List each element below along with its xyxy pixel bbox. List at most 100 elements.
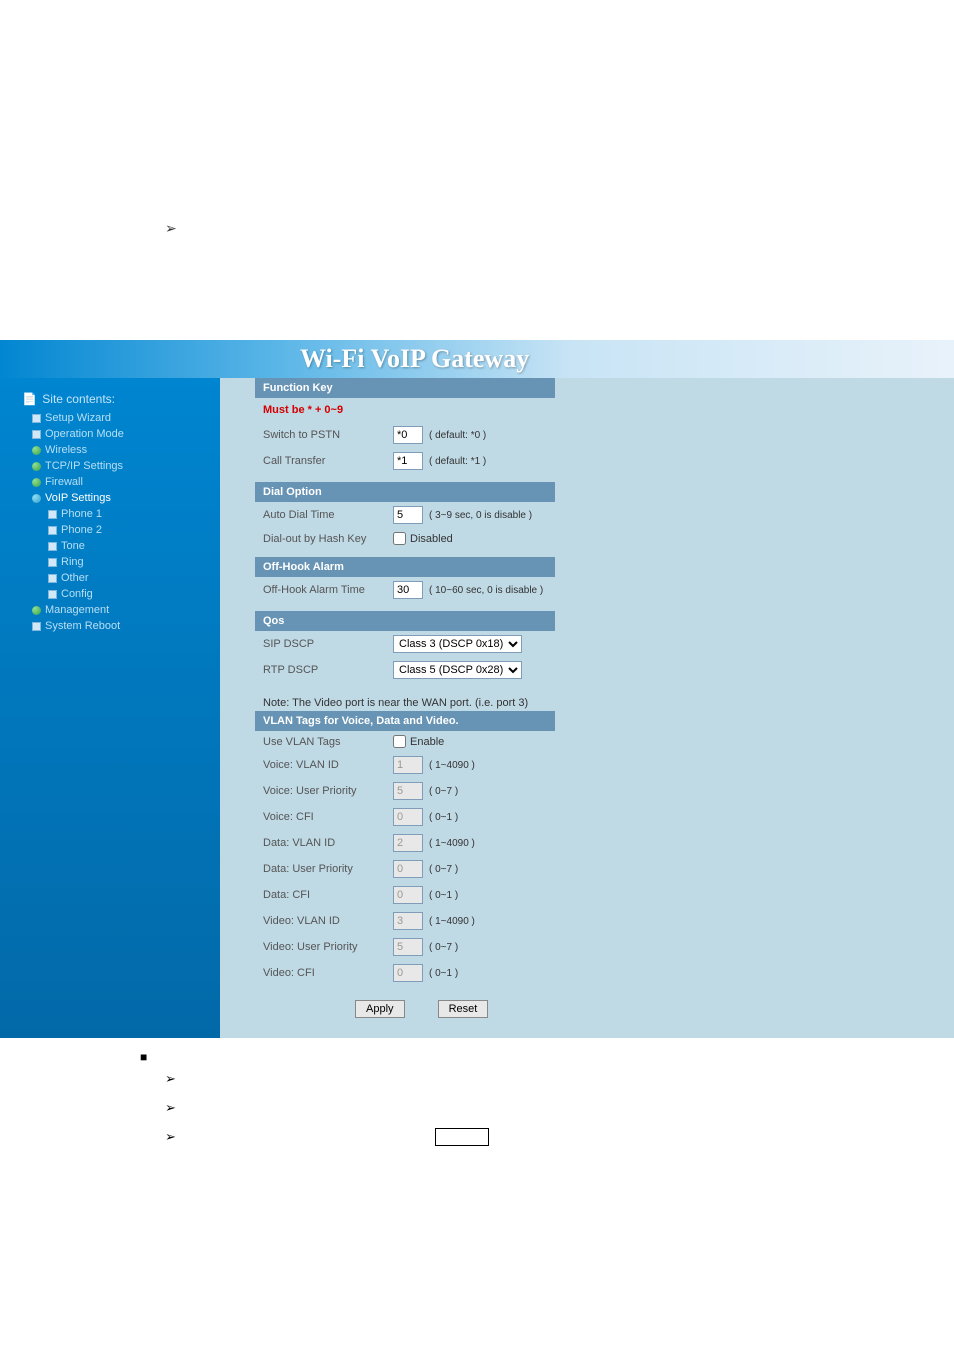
row-dial-hash: Dial-out by Hash Key Disabled [255,528,954,549]
section-function-key: Function Key [255,378,555,398]
sidebar-item-ring[interactable]: Ring [8,554,212,570]
sidebar-item-tone[interactable]: Tone [8,538,212,554]
outro-bullet: ■ [120,1050,834,1064]
input-call-transfer[interactable] [393,452,423,470]
row-auto-dial: Auto Dial Time ( 3~9 sec, 0 is disable ) [255,502,954,528]
file-icon [48,526,57,535]
hint-off-hook: ( 10~60 sec, 0 is disable ) [423,585,543,596]
hint-auto-dial: ( 3~9 sec, 0 is disable ) [423,510,532,521]
input-auto-dial[interactable] [393,506,423,524]
label-switch-pstn: Switch to PSTN [263,429,393,441]
sidebar-item-setup-wizard[interactable]: Setup Wizard [8,410,212,426]
outro-area: ■ ➢ ➢ ➢ [0,1038,954,1164]
input-off-hook[interactable] [393,581,423,599]
content-area: Function Key Must be * + 0~9 Switch to P… [220,378,954,1038]
sidebar-item-firewall[interactable]: Firewall [8,474,212,490]
input-voice-priority [393,782,423,800]
sidebar-item-config[interactable]: Config [8,586,212,602]
sidebar-item-management[interactable]: Management [8,602,212,618]
must-be-note: Must be * + 0~9 [255,398,954,422]
file-icon [48,574,57,583]
select-sip-dscp[interactable]: Class 3 (DSCP 0x18) [393,635,522,653]
checkbox-dial-hash[interactable] [393,532,406,545]
reset-button[interactable]: Reset [438,1000,489,1018]
sidebar-item-other[interactable]: Other [8,570,212,586]
folder-icon [32,478,41,487]
sidebar-item-tcpip[interactable]: TCP/IP Settings [8,458,212,474]
row-switch-pstn: Switch to PSTN ( default: *0 ) [255,422,954,448]
page-header: Wi-Fi VoIP Gateway [0,340,954,378]
row-rtp-dscp: RTP DSCP Class 5 (DSCP 0x28) [255,657,954,683]
folder-icon [32,606,41,615]
row-voice-vlanid: Voice: VLAN ID( 1~4090 ) [255,752,954,778]
sidebar-item-system-reboot[interactable]: System Reboot [8,618,212,634]
input-data-priority [393,860,423,878]
file-icon [48,510,57,519]
input-data-cfi [393,886,423,904]
row-data-cfi: Data: CFI( 0~1 ) [255,882,954,908]
arrow-marker-icon: ➢ [165,1129,183,1145]
folder-open-icon [32,494,41,503]
input-data-vlanid [393,834,423,852]
row-data-vlanid: Data: VLAN ID( 1~4090 ) [255,830,954,856]
row-voice-cfi: Voice: CFI( 0~1 ) [255,804,954,830]
folder-icon [32,446,41,455]
tree-root-icon: 📄 [22,392,37,406]
sidebar-item-operation-mode[interactable]: Operation Mode [8,426,212,442]
sidebar-item-wireless[interactable]: Wireless [8,442,212,458]
checkbox-label-use-vlan: Enable [406,736,444,748]
input-switch-pstn[interactable] [393,426,423,444]
file-icon [32,622,41,631]
label-sip-dscp: SIP DSCP [263,638,393,650]
file-icon [32,430,41,439]
site-contents-title: 📄 Site contents: [8,392,212,406]
outro-line-2: ➢ [120,1093,834,1122]
vlan-note: Note: The Video port is near the WAN por… [255,683,954,711]
folder-icon [32,462,41,471]
row-sip-dscp: SIP DSCP Class 3 (DSCP 0x18) [255,631,954,657]
row-video-cfi: Video: CFI( 0~1 ) [255,960,954,986]
label-rtp-dscp: RTP DSCP [263,664,393,676]
section-qos: Qos [255,611,555,631]
row-data-priority: Data: User Priority( 0~7 ) [255,856,954,882]
file-icon [48,542,57,551]
row-video-vlanid: Video: VLAN ID( 1~4090 ) [255,908,954,934]
section-dial-option: Dial Option [255,482,555,502]
row-voice-priority: Voice: User Priority( 0~7 ) [255,778,954,804]
hint-call-transfer: ( default: *1 ) [423,456,486,467]
button-row: Apply Reset [255,986,954,1018]
label-dial-hash: Dial-out by Hash Key [263,533,393,545]
file-icon [48,590,57,599]
checkbox-use-vlan[interactable] [393,735,406,748]
label-call-transfer: Call Transfer [263,455,393,467]
inline-box [435,1128,489,1146]
page-title: Wi-Fi VoIP Gateway [300,344,529,374]
outro-line-3: ➢ [120,1122,834,1152]
input-video-cfi [393,964,423,982]
sidebar-item-phone1[interactable]: Phone 1 [8,506,212,522]
arrow-marker-icon: ➢ [165,1100,183,1116]
arrow-marker-icon: ➢ [165,1071,183,1087]
label-auto-dial: Auto Dial Time [263,509,393,521]
square-bullet-icon: ■ [140,1050,158,1064]
row-off-hook: Off-Hook Alarm Time ( 10~60 sec, 0 is di… [255,577,954,603]
row-call-transfer: Call Transfer ( default: *1 ) [255,448,954,474]
label-use-vlan: Use VLAN Tags [263,736,393,748]
sidebar-item-voip[interactable]: VoIP Settings [8,490,212,506]
sidebar: 📄 Site contents: Setup Wizard Operation … [0,378,220,1038]
apply-button[interactable]: Apply [355,1000,405,1018]
outro-line-1: ➢ [120,1064,834,1093]
section-vlan: VLAN Tags for Voice, Data and Video. [255,711,555,731]
arrow-marker-icon: ➢ [165,220,177,237]
file-icon [32,414,41,423]
row-use-vlan: Use VLAN Tags Enable [255,731,954,752]
section-off-hook: Off-Hook Alarm [255,557,555,577]
label-off-hook: Off-Hook Alarm Time [263,584,393,596]
row-video-priority: Video: User Priority( 0~7 ) [255,934,954,960]
input-video-vlanid [393,912,423,930]
checkbox-label-dial-hash: Disabled [406,533,453,545]
sidebar-item-phone2[interactable]: Phone 2 [8,522,212,538]
input-voice-vlanid [393,756,423,774]
hint-switch-pstn: ( default: *0 ) [423,430,486,441]
select-rtp-dscp[interactable]: Class 5 (DSCP 0x28) [393,661,522,679]
